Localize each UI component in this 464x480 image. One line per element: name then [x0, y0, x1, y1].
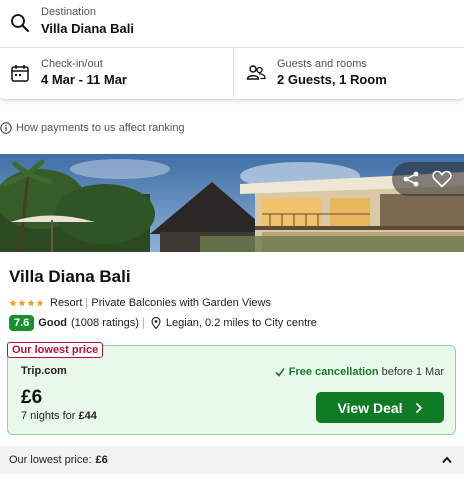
- search-card: Destination Villa Diana Bali Check-in/ou…: [0, 0, 464, 100]
- location-pin-icon: [151, 317, 161, 329]
- hotel-name[interactable]: Villa Diana Bali: [9, 267, 131, 287]
- rating-line: 7.6 Good (1008 ratings) Legian, 0.2 mile…: [9, 315, 317, 331]
- heart-icon[interactable]: [432, 170, 452, 188]
- deal-price: £6: [21, 387, 43, 408]
- lowest-price-tag: Our lowest price: [7, 342, 104, 358]
- view-deal-label: View Deal: [337, 399, 403, 416]
- divider: [86, 297, 88, 309]
- star-icon: [18, 299, 26, 307]
- lowest-price-value: £6: [95, 454, 108, 466]
- photo-actions: [392, 162, 464, 196]
- search-icon: [11, 14, 29, 32]
- review-score-badge: 7.6: [9, 315, 35, 331]
- deal-provider: Trip.com: [21, 365, 67, 377]
- destination-label: Destination: [41, 6, 97, 18]
- chevron-up-icon[interactable]: [442, 456, 452, 464]
- hotel-location: Legian, 0.2 miles to City centre: [165, 317, 317, 329]
- ratings-count: (1008 ratings): [71, 317, 139, 329]
- destination-value: Villa Diana Bali: [41, 21, 134, 36]
- share-icon[interactable]: [402, 170, 420, 188]
- free-cancellation: Free cancellation before 1 Mar: [275, 366, 444, 378]
- ranking-info-text: How payments to us affect ranking: [16, 122, 185, 134]
- star-rating: [9, 299, 45, 307]
- hotel-meta: Resort Private Balconies with Garden Vie…: [9, 297, 271, 309]
- guests-label: Guests and rooms: [277, 58, 367, 70]
- free-cancellation-label: Free cancellation: [288, 366, 379, 378]
- chevron-right-icon: [415, 402, 422, 413]
- nights-total-price: £44: [78, 410, 97, 422]
- guests-value: 2 Guests, 1 Room: [277, 72, 387, 87]
- dates-value: 4 Mar - 11 Mar: [41, 72, 127, 87]
- guests-field[interactable]: Guests and rooms 2 Guests, 1 Room: [234, 48, 464, 100]
- calendar-icon: [11, 65, 29, 82]
- free-cancellation-date: before 1 Mar: [381, 366, 444, 378]
- lowest-price-label: Our lowest price:: [9, 454, 92, 466]
- dates-field[interactable]: Check-in/out 4 Mar - 11 Mar: [0, 48, 234, 100]
- rating-word: Good: [38, 317, 68, 329]
- ranking-info-link[interactable]: How payments to us affect ranking: [0, 122, 185, 134]
- star-icon: [36, 299, 44, 307]
- star-icon: [27, 299, 35, 307]
- check-icon: [275, 368, 285, 377]
- nights-total: 7 nights for £44: [21, 410, 97, 422]
- dates-label: Check-in/out: [41, 58, 103, 70]
- divider: [142, 317, 144, 329]
- info-icon: [0, 122, 12, 134]
- property-feature: Private Balconies with Garden Views: [91, 297, 271, 309]
- star-icon: [9, 299, 17, 307]
- destination-field[interactable]: Destination Villa Diana Bali: [0, 0, 464, 48]
- lowest-price-bar[interactable]: Our lowest price: £6: [0, 446, 464, 474]
- nights-prefix: 7 nights for: [21, 410, 76, 422]
- view-deal-button[interactable]: View Deal: [316, 392, 444, 423]
- property-type: Resort: [50, 297, 83, 309]
- guests-icon: [246, 65, 266, 80]
